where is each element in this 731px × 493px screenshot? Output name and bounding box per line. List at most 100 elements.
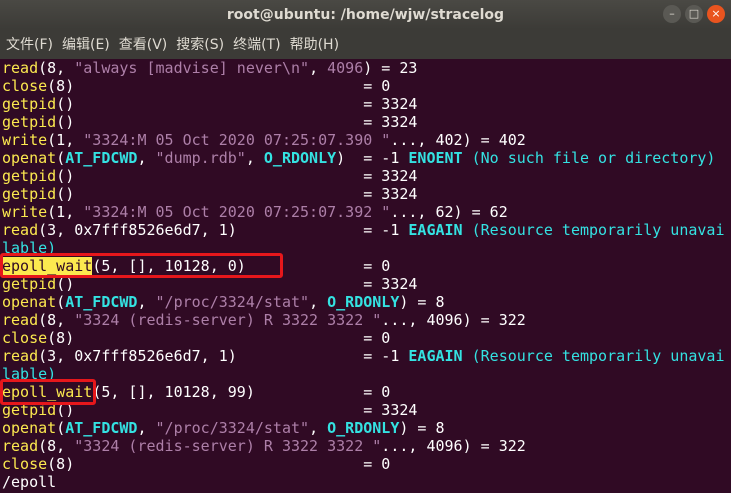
terminal-line: close(8) = 0 [2,455,731,473]
terminal-text-segment: close [2,455,48,473]
terminal-text-segment: (3, 0x7fff8526e6d7, 1) = -1 [38,221,409,239]
terminal-text-segment: write [2,131,48,149]
terminal-text-segment: (8, [38,437,75,455]
window-title: root@ubuntu: /home/wjw/stracelog [226,6,505,23]
terminal-line: openat(AT_FDCWD, "/proc/3324/stat", O_RD… [2,419,731,437]
terminal-line: /epoll [2,473,731,491]
terminal-text-segment: ..., 62) = 62 [390,203,508,221]
menu-search[interactable]: 搜索(S) [176,34,224,54]
terminal-text-segment: ( [56,149,66,167]
highlight-box-epoll-wait-99 [0,379,96,405]
terminal-text-segment: getpid [2,95,57,113]
terminal-line: epoll_wait(5, [], 10128, 99) = 0 [2,383,731,401]
terminal-line: close(8) = 0 [2,329,731,347]
title-bar[interactable]: root@ubuntu: /home/wjw/stracelog – □ × [0,0,731,29]
terminal-text-segment: close [2,329,48,347]
terminal-line: close(8) = 0 [2,77,731,95]
terminal-text-segment: "3324 (redis-server) R 3322 3322 " [74,437,382,455]
terminal-text-segment: (No such file or directory) [462,149,716,167]
terminal-line: getpid() = 3324 [2,167,731,185]
terminal-text-segment: ( [56,419,66,437]
terminal-text-segment: 4096 [327,59,364,77]
terminal-text-segment: (5, [], 10128, 99) = 0 [92,383,391,401]
terminal-line: read(3, 0x7fff8526e6d7, 1) = -1 EAGAIN (… [2,221,731,239]
terminal-output[interactable]: read(8, "always [madvise] never\n", 4096… [0,59,731,493]
terminal-text-segment: close [2,77,48,95]
terminal-line: openat(AT_FDCWD, "dump.rdb", O_RDONLY) =… [2,149,731,167]
menu-terminal[interactable]: 终端(T) [233,34,280,54]
terminal-text-segment: getpid [2,167,57,185]
terminal-line: read(8, "always [madvise] never\n", 4096… [2,59,731,77]
close-button[interactable]: × [707,5,725,23]
terminal-text-segment: "always [madvise] never\n" [74,59,310,77]
terminal-text-segment: write [2,203,48,221]
terminal-text-segment: (8, [38,311,75,329]
terminal-text-segment: ) = 8 [399,293,445,311]
terminal-line: getpid() = 3324 [2,113,731,131]
terminal-text-segment: openat [2,419,57,437]
terminal-text-segment: (8, [38,59,75,77]
terminal-text-segment: (Resource temporarily unavai [462,347,725,365]
terminal-text-segment: () = 3324 [56,167,418,185]
terminal-text-segment: () = 3324 [56,113,418,131]
terminal-window: root@ubuntu: /home/wjw/stracelog – □ × 文… [0,0,731,493]
terminal-text-segment: getpid [2,113,57,131]
terminal-line: openat(AT_FDCWD, "/proc/3324/stat", O_RD… [2,293,731,311]
terminal-line: getpid() = 3324 [2,95,731,113]
terminal-text-segment: ) = 8 [399,419,445,437]
terminal-text-segment: , [309,293,328,311]
terminal-text-segment: (1, [47,131,84,149]
terminal-text-segment: EAGAIN [408,221,463,239]
terminal-line: lable) [2,365,731,383]
terminal-text-segment: openat [2,293,57,311]
terminal-line: write(1, "3324:M 05 Oct 2020 07:25:07.39… [2,203,731,221]
terminal-text-segment: (3, 0x7fff8526e6d7, 1) = -1 [38,347,409,365]
terminal-text-segment: , [309,419,328,437]
terminal-text-segment: O_RDONLY [327,419,400,437]
terminal-text-segment: () = 3324 [56,95,418,113]
terminal-text-segment: , [137,293,156,311]
terminal-line: getpid() = 3324 [2,185,731,203]
terminal-text-segment: AT_FDCWD [65,419,138,437]
terminal-text-segment: (8) = 0 [47,77,391,95]
terminal-text-segment: getpid [2,185,57,203]
terminal-text-segment: AT_FDCWD [65,149,138,167]
terminal-text-segment: read [2,311,39,329]
terminal-text-segment: ..., 4096) = 322 [381,437,526,455]
menu-file[interactable]: 文件(F) [6,34,53,54]
terminal-text-segment: ..., 4096) = 322 [381,311,526,329]
terminal-text-segment: AT_FDCWD [65,293,138,311]
terminal-text-segment: O_RDONLY [327,293,400,311]
terminal-text-segment: read [2,59,39,77]
terminal-text-segment: read [2,221,39,239]
terminal-text-segment: ) = 23 [363,59,418,77]
terminal-text-segment: (Resource temporarily unavai [462,221,725,239]
terminal-text-segment: /epoll [2,473,57,491]
terminal-text-segment: , [309,59,328,77]
terminal-line: read(8, "3324 (redis-server) R 3322 3322… [2,437,731,455]
terminal-text-segment: (8) = 0 [47,455,391,473]
terminal-text-segment: ..., 402) = 402 [390,131,526,149]
terminal-text-segment: () = 3324 [56,401,418,419]
menu-view[interactable]: 查看(V) [119,34,168,54]
terminal-text-segment: ) = -1 [336,149,409,167]
terminal-text-segment: "dump.rdb" [155,149,246,167]
menu-edit[interactable]: 编辑(E) [62,34,110,54]
terminal-text-segment: O_RDONLY [263,149,337,167]
menu-help[interactable]: 帮助(H) [290,34,339,54]
maximize-button[interactable]: □ [685,5,703,23]
minimize-button[interactable]: – [663,5,681,23]
terminal-text-segment: read [2,437,39,455]
window-controls: – □ × [663,5,725,23]
terminal-line: getpid() = 3324 [2,401,731,419]
terminal-text-segment: (1, [47,203,84,221]
highlight-box-epoll-wait-0 [0,253,283,278]
terminal-text-segment: "3324:M 05 Oct 2020 07:25:07.390 " [83,131,391,149]
terminal-text-segment: () = 3324 [56,185,418,203]
terminal-line: write(1, "3324:M 05 Oct 2020 07:25:07.39… [2,131,731,149]
terminal-text-segment: "/proc/3324/stat" [155,293,310,311]
terminal-text-segment: (8) = 0 [47,329,391,347]
terminal-text-segment: ENOENT [408,149,463,167]
terminal-text-segment: , [245,149,264,167]
menu-bar: 文件(F) 编辑(E) 查看(V) 搜索(S) 终端(T) 帮助(H) [0,29,731,59]
